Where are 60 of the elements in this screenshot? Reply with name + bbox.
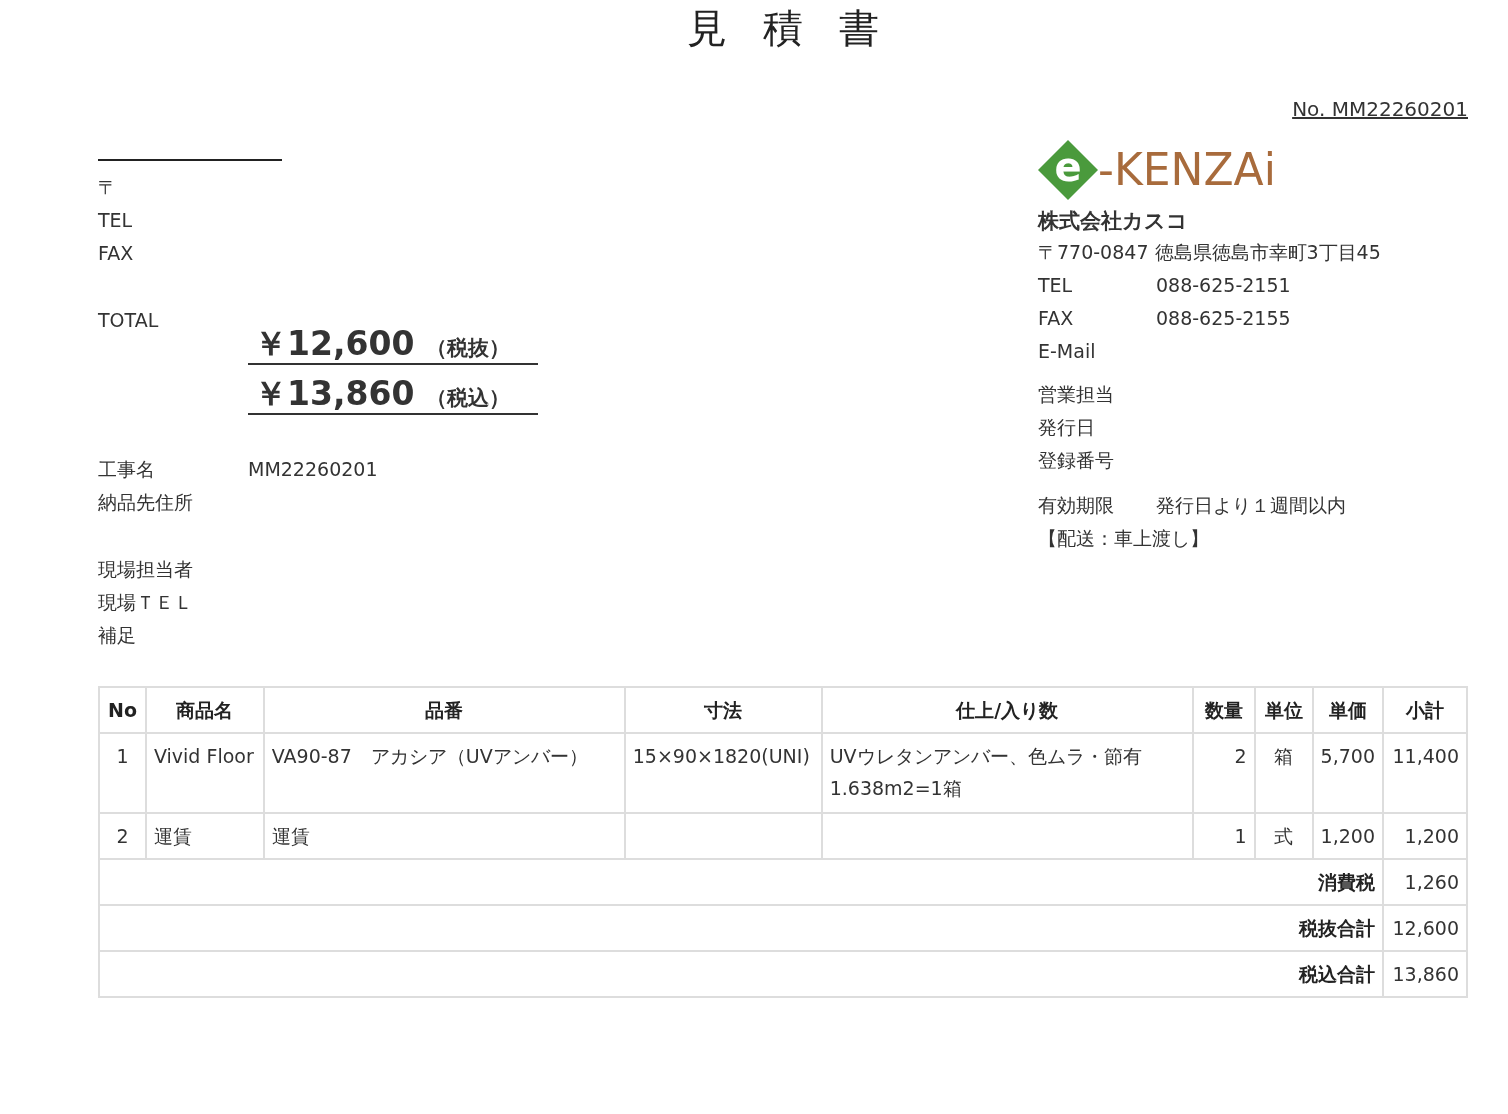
table-cell: 箱 [1254, 732, 1313, 813]
table-cell: 15×90×1820(UNI) [624, 732, 822, 813]
document-title: 見積書 [686, 4, 916, 52]
column-header: 商品名 [145, 686, 264, 733]
column-header: 単価 [1312, 686, 1383, 733]
summary-label: 消費税 [99, 858, 1383, 905]
summary-label: 税込合計 [99, 950, 1383, 997]
field-label: TEL [98, 208, 134, 233]
column-header: 品番 [263, 686, 625, 733]
total-amount: ￥12,600 （税抜） [248, 325, 538, 365]
field-label: FAX [98, 241, 135, 266]
field-label: 納品先住所 [98, 489, 194, 515]
total-label: TOTAL [98, 308, 160, 333]
field-label: 営業担当 [1038, 382, 1115, 407]
column-header: 寸法 [624, 686, 822, 733]
logo-mark: e [1038, 140, 1098, 200]
field-value: MM22260201 [248, 457, 378, 480]
field-label: FAX [1038, 306, 1075, 331]
table-cell: UVウレタンアンバー、色ムラ・節有 1.638m2=1箱 [821, 732, 1193, 813]
summary-label: 税抜合計 [99, 904, 1383, 951]
table-cell: Vivid Floor [145, 732, 264, 813]
table-cell: 5,700 [1312, 732, 1383, 813]
field-label: TEL [1038, 273, 1074, 298]
company-address: 〒770-0847 徳島県徳島市幸町3丁目45 [1038, 240, 1382, 265]
document-number: No. MM22260201 [1292, 96, 1468, 123]
summary-value: 12,600 [1383, 904, 1467, 951]
company-name: 株式会社カスコ [1038, 208, 1189, 235]
field-label: 発行日 [1038, 415, 1096, 440]
table-cell: VA90-87 アカシア（UVアンバー） [263, 732, 625, 813]
delivery-note: 【配送：車上渡し】 [1038, 526, 1210, 551]
table-cell: 運賃 [145, 812, 264, 859]
logo-text: -KENZAi [1098, 148, 1276, 192]
table-cell: 1 [99, 732, 146, 813]
field-label: 〒 [98, 175, 118, 200]
table-cell: 2 [99, 812, 146, 859]
column-header: 数量 [1192, 686, 1255, 733]
column-header: 単位 [1254, 686, 1313, 733]
table-cell: 1,200 [1312, 812, 1383, 859]
summary-value: 1,260 [1383, 858, 1467, 905]
column-header: No [99, 686, 146, 733]
field-label: 工事名 [98, 456, 156, 482]
field-value: 088-625-2155 [1156, 307, 1291, 329]
field-label: 有効期限 [1038, 493, 1115, 518]
table-cell: 運賃 [263, 812, 625, 859]
table-cell: 式 [1254, 812, 1313, 859]
field-label: 登録番号 [1038, 448, 1115, 473]
field-value: 発行日より１週間以内 [1156, 494, 1346, 516]
field-value: 088-625-2151 [1156, 274, 1291, 296]
field-label: E-Mail [1038, 339, 1097, 364]
total-amount: ￥13,860 （税込） [248, 374, 538, 415]
column-header: 小計 [1383, 686, 1467, 733]
table-cell: 1 [1192, 812, 1255, 859]
column-header: 仕上/入り数 [821, 686, 1193, 733]
field-label: 現場ＴＥＬ [98, 589, 194, 615]
table-cell: 2 [1192, 732, 1255, 813]
table-cell: 11,400 [1383, 732, 1467, 813]
summary-value: 13,860 [1383, 950, 1467, 997]
field-label: 現場担当者 [98, 556, 194, 582]
table-cell: 1,200 [1383, 812, 1467, 859]
field-label: 補足 [98, 622, 137, 648]
